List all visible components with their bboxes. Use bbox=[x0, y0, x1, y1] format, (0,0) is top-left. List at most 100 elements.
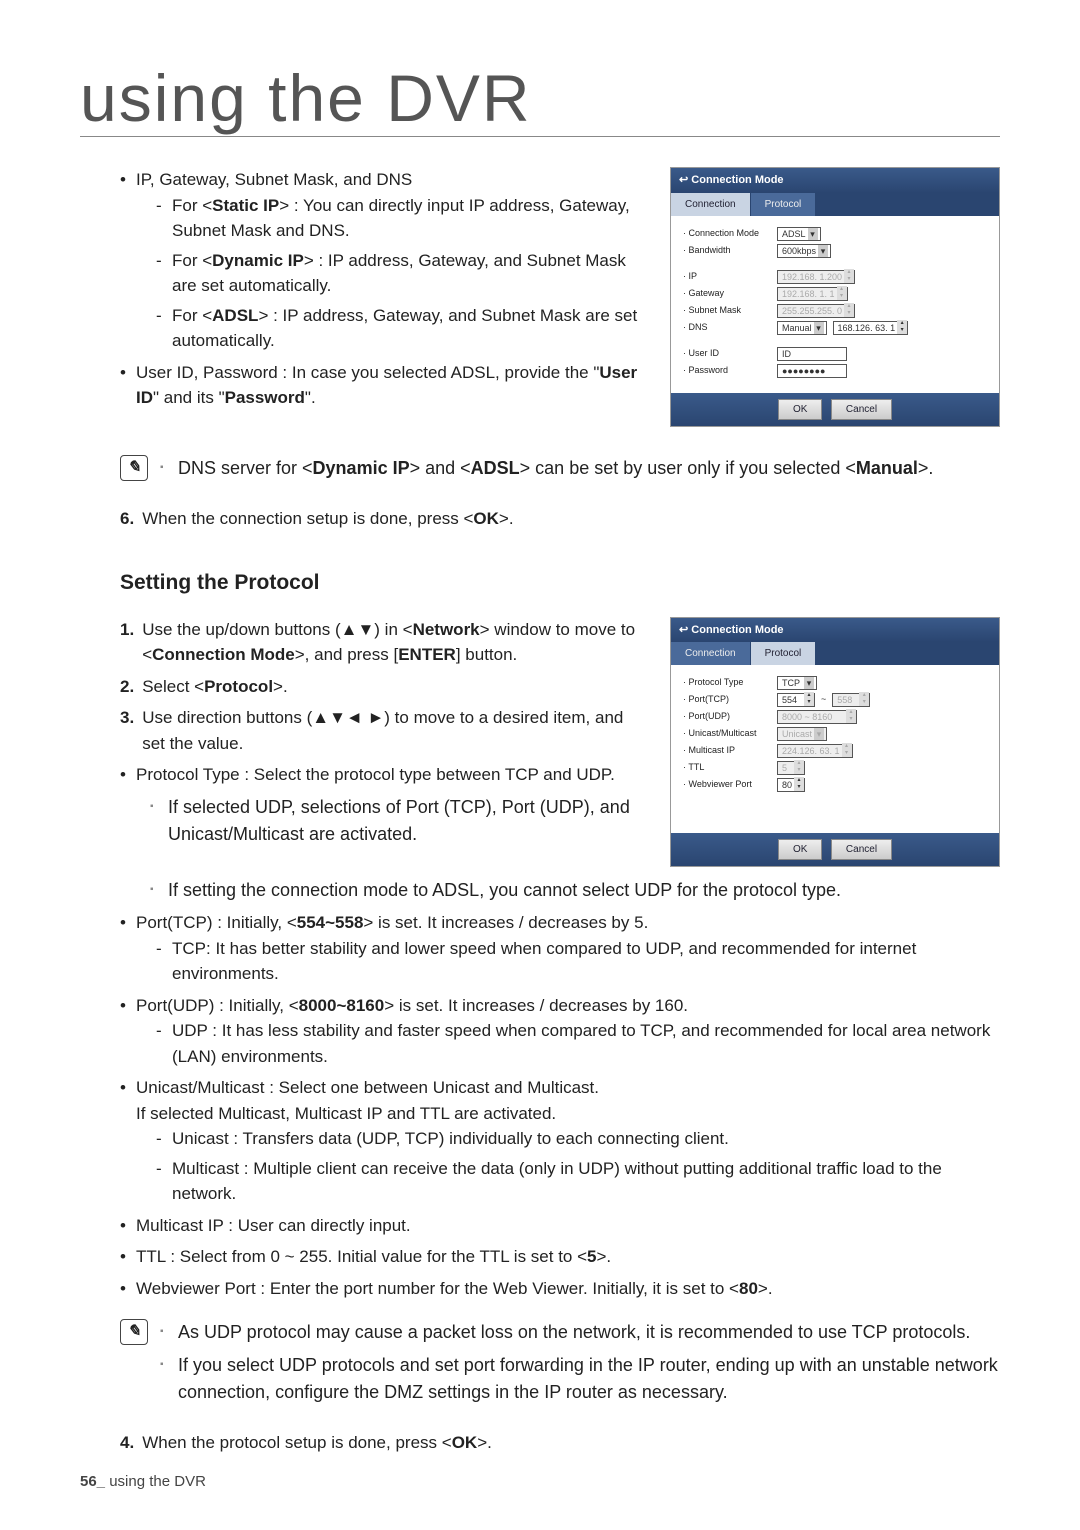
t: Unicast/Multicast : Select one between U… bbox=[136, 1078, 599, 1097]
t: TTL : Select from 0 ~ 255. Initial value… bbox=[136, 1247, 587, 1266]
tab-connection[interactable]: Connection bbox=[671, 193, 751, 216]
in-port-udp[interactable]: 8000 ~ 8160 bbox=[777, 710, 857, 724]
note-icon: ✎ bbox=[120, 455, 148, 481]
tabs: Connection Protocol bbox=[671, 193, 999, 216]
t: 80 bbox=[739, 1279, 758, 1298]
page-footer: 56_ using the DVR bbox=[80, 1473, 206, 1490]
t: ] button. bbox=[456, 645, 517, 664]
footer-text: using the DVR bbox=[105, 1473, 206, 1490]
in-password[interactable]: ●●●●●●●● bbox=[777, 364, 847, 378]
t: OK bbox=[452, 1433, 478, 1452]
t: Protocol bbox=[204, 677, 273, 696]
panel-title: Connection Mode bbox=[671, 618, 999, 643]
t: Manual bbox=[856, 458, 918, 478]
t: " and its " bbox=[153, 388, 225, 407]
t: >. bbox=[273, 677, 288, 696]
note-udp-packet-loss: As UDP protocol may cause a packet loss … bbox=[160, 1319, 1000, 1346]
t: Use the up/down buttons (▲▼) in < bbox=[142, 620, 412, 639]
t: ADSL bbox=[212, 306, 258, 325]
tab-connection[interactable]: Connection bbox=[671, 642, 751, 665]
lbl-unicast-multicast: Unicast/Multicast bbox=[683, 727, 771, 741]
bullet-multicast-ip: Multicast IP : User can directly input. bbox=[120, 1213, 1000, 1239]
in-ttl[interactable]: 5 bbox=[777, 761, 805, 775]
bullet-unicast-multicast: Unicast/Multicast : Select one between U… bbox=[120, 1075, 1000, 1207]
bullet-ip-dns: IP, Gateway, Subnet Mask, and DNS For <S… bbox=[120, 167, 646, 354]
in-port-tcp-b[interactable]: 558 bbox=[832, 693, 870, 707]
t: OK bbox=[473, 509, 499, 528]
t: If selected Multicast, Multicast IP and … bbox=[136, 1104, 556, 1123]
dash-unicast: Unicast : Transfers data (UDP, TCP) indi… bbox=[156, 1126, 1000, 1152]
page-title: using the DVR bbox=[80, 60, 1000, 137]
step-3-text: Use direction buttons (▲▼◄ ►) to move to… bbox=[142, 705, 646, 756]
t: Port(UDP) : Initially, < bbox=[136, 996, 299, 1015]
cancel-button[interactable]: Cancel bbox=[831, 399, 892, 420]
dash-tcp-desc: TCP: It has better stability and lower s… bbox=[156, 936, 1000, 987]
t: 8000~8160 bbox=[299, 996, 385, 1015]
in-multicast-ip[interactable]: 224.126. 63. 1 bbox=[777, 744, 853, 758]
dash-multicast: Multicast : Multiple client can receive … bbox=[156, 1156, 1000, 1207]
t: When the protocol setup is done, press < bbox=[142, 1433, 452, 1452]
t: > and < bbox=[410, 458, 471, 478]
step-1-num: 1. bbox=[120, 617, 134, 668]
t: 5 bbox=[587, 1247, 596, 1266]
dd-connection-mode[interactable]: ADSL bbox=[777, 227, 821, 241]
dash-static-ip: For <Static IP> : You can directly input… bbox=[156, 193, 646, 244]
bullet-ttl: TTL : Select from 0 ~ 255. Initial value… bbox=[120, 1244, 1000, 1270]
dd-unicast-multicast[interactable]: Unicast bbox=[777, 727, 827, 741]
lbl-multicast-ip: Multicast IP bbox=[683, 744, 771, 758]
bullet-userid-pw: User ID, Password : In case you selected… bbox=[120, 360, 646, 411]
cancel-button[interactable]: Cancel bbox=[831, 839, 892, 860]
step-4-num: 4. bbox=[120, 1430, 134, 1456]
step-3-num: 3. bbox=[120, 705, 134, 756]
dd-bandwidth[interactable]: 600kbps bbox=[777, 244, 831, 258]
t: >. bbox=[477, 1433, 492, 1452]
note-udp-activated: If selected UDP, selections of Port (TCP… bbox=[150, 794, 646, 848]
note-dmz: If you select UDP protocols and set port… bbox=[160, 1352, 1000, 1406]
tab-protocol[interactable]: Protocol bbox=[751, 642, 817, 665]
bullet-port-tcp: Port(TCP) : Initially, <554~558> is set.… bbox=[120, 910, 1000, 987]
note-dns: DNS server for <Dynamic IP> and <ADSL> c… bbox=[160, 455, 1000, 482]
note-icon: ✎ bbox=[120, 1319, 148, 1345]
t: >. bbox=[597, 1247, 612, 1266]
t: 554~558 bbox=[297, 913, 364, 932]
in-gateway[interactable]: 192.168. 1. 1 bbox=[777, 287, 848, 301]
t: Static IP bbox=[212, 196, 279, 215]
ok-button[interactable]: OK bbox=[778, 839, 822, 860]
in-userid[interactable]: ID bbox=[777, 347, 847, 361]
in-dns[interactable]: 168.126. 63. 1 bbox=[833, 321, 909, 335]
step-2-text: Select <Protocol>. bbox=[142, 674, 288, 700]
tab-protocol[interactable]: Protocol bbox=[751, 193, 817, 216]
lbl-bandwidth: Bandwidth bbox=[683, 244, 771, 258]
lbl-port-tcp: Port(TCP) bbox=[683, 693, 771, 707]
t: ". bbox=[305, 388, 316, 407]
in-port-tcp-a[interactable]: 554 bbox=[777, 693, 815, 707]
in-webviewer-port[interactable]: 80 bbox=[777, 778, 805, 792]
bullet-protocol-type: Protocol Type : Select the protocol type… bbox=[120, 762, 646, 788]
t: >, and press [ bbox=[295, 645, 398, 664]
dd-dns-mode[interactable]: Manual bbox=[777, 321, 827, 335]
dd-protocol-type[interactable]: TCP bbox=[777, 676, 817, 690]
bullet-webviewer: Webviewer Port : Enter the port number f… bbox=[120, 1276, 1000, 1302]
t: Password bbox=[225, 388, 305, 407]
t: >. bbox=[499, 509, 514, 528]
in-subnet[interactable]: 255.255.255. 0 bbox=[777, 304, 855, 318]
t: Webviewer Port : Enter the port number f… bbox=[136, 1279, 739, 1298]
t: Dynamic IP bbox=[212, 251, 304, 270]
lbl-port-udp: Port(UDP) bbox=[683, 710, 771, 724]
lbl-password: Password bbox=[683, 364, 771, 378]
lbl-connection-mode: Connection Mode bbox=[683, 227, 771, 241]
t: Dynamic IP bbox=[313, 458, 410, 478]
text: IP, Gateway, Subnet Mask, and DNS bbox=[136, 170, 412, 189]
ok-button[interactable]: OK bbox=[778, 399, 822, 420]
t: >. bbox=[758, 1279, 773, 1298]
dash-udp-desc: UDP : It has less stability and faster s… bbox=[156, 1018, 1000, 1069]
lbl-dns: DNS bbox=[683, 321, 771, 335]
t: Network bbox=[413, 620, 480, 639]
t: Select < bbox=[142, 677, 204, 696]
panel-connection: Connection Mode Connection Protocol Conn… bbox=[670, 167, 1000, 427]
lbl-ttl: TTL bbox=[683, 761, 771, 775]
t: > is set. It increases / decreases by 16… bbox=[384, 996, 688, 1015]
in-ip[interactable]: 192.168. 1.200 bbox=[777, 270, 855, 284]
t: For < bbox=[172, 196, 212, 215]
t: When the connection setup is done, press… bbox=[142, 509, 473, 528]
